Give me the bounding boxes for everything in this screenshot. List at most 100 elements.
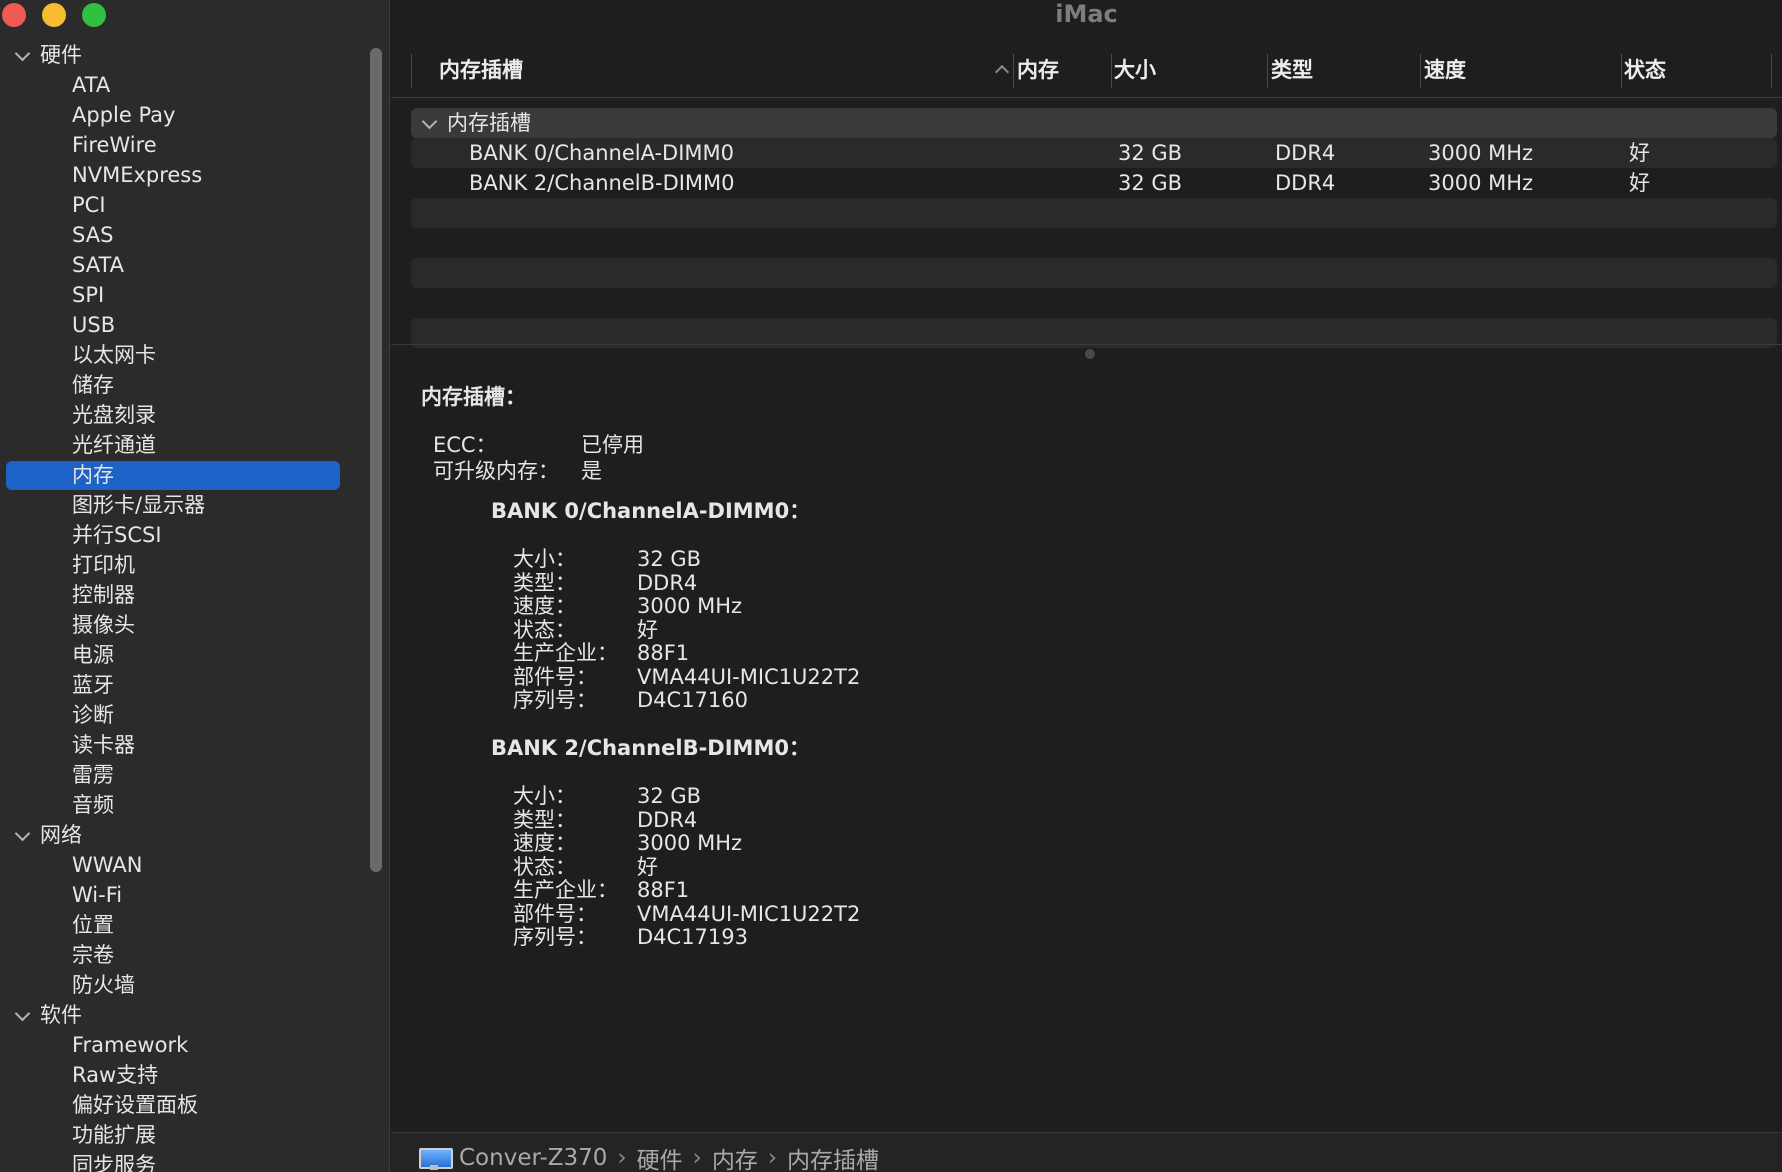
table-row[interactable]: BANK 0/ChannelA-DIMM0 32 GB DDR4 3000 MH… bbox=[411, 138, 1777, 168]
column-header-status[interactable]: 状态 bbox=[1624, 50, 1666, 94]
bank-field-label: 生产企业： bbox=[513, 878, 618, 902]
sidebar-item[interactable]: SAS bbox=[0, 220, 350, 250]
empty-row bbox=[411, 198, 1777, 228]
sidebar-item-label: PCI bbox=[72, 193, 106, 217]
sidebar-item[interactable]: 电源 bbox=[0, 640, 350, 670]
sidebar-item-label: 蓝牙 bbox=[72, 673, 114, 697]
sidebar-item[interactable]: 打印机 bbox=[0, 550, 350, 580]
sidebar-item-label: 读卡器 bbox=[72, 733, 135, 757]
sidebar-item-label: 电源 bbox=[72, 643, 114, 667]
sidebar-item[interactable]: 防火墙 bbox=[0, 970, 350, 1000]
bank-field-label: 类型： bbox=[513, 570, 576, 595]
column-separator[interactable] bbox=[1111, 54, 1112, 88]
sidebar-item[interactable]: ATA bbox=[0, 70, 350, 100]
bank-field-value: 3000 MHz bbox=[637, 594, 743, 618]
sidebar: 硬件 ATA Apple Pay FireWire NVMExpress PCI SAS SA… bbox=[0, 0, 390, 1172]
sidebar-item-label: SATA bbox=[72, 253, 125, 277]
sidebar-item-label: 功能扩展 bbox=[72, 1123, 156, 1147]
sidebar-item[interactable]: 以太网卡 bbox=[0, 340, 350, 370]
disclosure-chevron-icon[interactable] bbox=[14, 820, 30, 850]
sidebar-item-label: 打印机 bbox=[72, 553, 135, 577]
column-header-memory[interactable]: 内存 bbox=[1017, 50, 1059, 94]
sidebar-item-label: USB bbox=[72, 313, 116, 337]
sidebar-item[interactable]: 同步服务 bbox=[0, 1150, 350, 1172]
split-divider[interactable] bbox=[391, 344, 1782, 359]
column-separator[interactable] bbox=[1420, 54, 1421, 88]
sidebar-item[interactable]: 诊断 bbox=[0, 700, 350, 730]
sidebar-item-label: SAS bbox=[72, 223, 114, 247]
column-header-slot[interactable]: 内存插槽 bbox=[439, 50, 523, 94]
column-header-speed[interactable]: 速度 bbox=[1424, 50, 1466, 94]
sidebar-item-label: 防火墙 bbox=[72, 973, 135, 997]
sidebar-item[interactable]: 控制器 bbox=[0, 580, 350, 610]
sidebar-item[interactable]: PCI bbox=[0, 190, 350, 220]
sidebar-item[interactable]: 音频 bbox=[0, 790, 350, 820]
column-header-type[interactable]: 类型 bbox=[1271, 50, 1313, 94]
sidebar-item[interactable]: SATA bbox=[0, 250, 350, 280]
sidebar-item[interactable]: USB bbox=[0, 310, 350, 340]
sidebar-item[interactable]: Wi-Fi bbox=[0, 880, 350, 910]
sidebar-item[interactable]: 蓝牙 bbox=[0, 670, 350, 700]
disclosure-chevron-icon[interactable] bbox=[14, 40, 30, 70]
bank-field-label: 状态： bbox=[513, 617, 576, 642]
table-row[interactable]: BANK 2/ChannelB-DIMM0 32 GB DDR4 3000 MH… bbox=[411, 168, 1777, 198]
column-separator[interactable] bbox=[1267, 54, 1268, 88]
bank-field-label: 生产企业： bbox=[513, 641, 618, 665]
sidebar-item-label: 并行SCSI bbox=[72, 523, 162, 547]
sidebar-item[interactable]: SPI bbox=[0, 280, 350, 310]
sidebar-item[interactable]: WWAN bbox=[0, 850, 350, 880]
main-pane: iMac 内存插槽 内存 大小 类型 速度 状态 内存插槽 BANK 0/Cha… bbox=[391, 0, 1782, 1172]
sidebar-group[interactable]: 网络 bbox=[0, 820, 350, 850]
sidebar-group[interactable]: 硬件 bbox=[0, 40, 350, 70]
sidebar-item[interactable]: 内存 bbox=[0, 460, 350, 490]
breadcrumb-item[interactable]: 硬件 bbox=[637, 1141, 683, 1172]
close-window-button[interactable] bbox=[2, 3, 26, 27]
sidebar-item[interactable]: 并行SCSI bbox=[0, 520, 350, 550]
sidebar-item[interactable]: 读卡器 bbox=[0, 730, 350, 760]
sidebar-item[interactable]: 雷雳 bbox=[0, 760, 350, 790]
sidebar-item[interactable]: 光纤通道 bbox=[0, 430, 350, 460]
column-separator[interactable] bbox=[1013, 54, 1014, 88]
sidebar-item[interactable]: 储存 bbox=[0, 370, 350, 400]
sidebar-item[interactable]: Raw支持 bbox=[0, 1060, 350, 1090]
column-header-size[interactable]: 大小 bbox=[1114, 50, 1156, 94]
sidebar-item[interactable]: 光盘刻录 bbox=[0, 400, 350, 430]
sidebar-item[interactable]: Framework bbox=[0, 1030, 350, 1060]
minimize-window-button[interactable] bbox=[42, 3, 66, 27]
column-separator[interactable] bbox=[1771, 54, 1772, 88]
bank-title: BANK 2/ChannelB-DIMM0： bbox=[491, 736, 810, 760]
sidebar-item[interactable]: FireWire bbox=[0, 130, 350, 160]
column-separator[interactable] bbox=[1621, 54, 1622, 88]
sidebar-item[interactable]: NVMExpress bbox=[0, 160, 350, 190]
sort-ascending-icon[interactable] bbox=[995, 62, 1007, 74]
upgradable-label: 可升级内存： bbox=[433, 459, 559, 483]
table-header: 内存插槽 内存 大小 类型 速度 状态 bbox=[411, 50, 1777, 94]
sidebar-item-label: 音频 bbox=[72, 793, 114, 817]
cell-size: 32 GB bbox=[1118, 171, 1183, 195]
sidebar-item-label: 诊断 bbox=[72, 703, 114, 727]
split-handle-icon[interactable] bbox=[1085, 349, 1095, 359]
sidebar-item[interactable]: 宗卷 bbox=[0, 940, 350, 970]
table-group-row[interactable]: 内存插槽 bbox=[411, 108, 1777, 138]
breadcrumb-item[interactable]: 内存 bbox=[712, 1141, 758, 1172]
sidebar-scrollbar[interactable] bbox=[370, 48, 382, 872]
disclosure-chevron-icon[interactable] bbox=[421, 108, 437, 138]
cell-slot: BANK 2/ChannelB-DIMM0 bbox=[469, 171, 735, 195]
cell-slot: BANK 0/ChannelA-DIMM0 bbox=[469, 141, 735, 165]
sidebar-item[interactable]: 功能扩展 bbox=[0, 1120, 350, 1150]
sidebar-item[interactable]: 偏好设置面板 bbox=[0, 1090, 350, 1120]
breadcrumb-item[interactable]: Conver-Z370 bbox=[459, 1145, 607, 1171]
bank-field-label: 大小： bbox=[513, 547, 576, 571]
sidebar-group[interactable]: 软件 bbox=[0, 1000, 350, 1030]
sidebar-item[interactable]: Apple Pay bbox=[0, 100, 350, 130]
sidebar-item-label: Apple Pay bbox=[72, 103, 176, 127]
bank-field-value: 3000 MHz bbox=[637, 831, 743, 855]
sidebar-item[interactable]: 图形卡/显示器 bbox=[0, 490, 350, 520]
zoom-window-button[interactable] bbox=[82, 3, 106, 27]
disclosure-chevron-icon[interactable] bbox=[14, 1000, 30, 1030]
sidebar-item[interactable]: 摄像头 bbox=[0, 610, 350, 640]
bank-field-label: 速度： bbox=[513, 594, 576, 618]
sidebar-item[interactable]: 位置 bbox=[0, 910, 350, 940]
column-separator[interactable] bbox=[411, 54, 412, 88]
breadcrumb-item[interactable]: 内存插槽 bbox=[787, 1141, 879, 1172]
